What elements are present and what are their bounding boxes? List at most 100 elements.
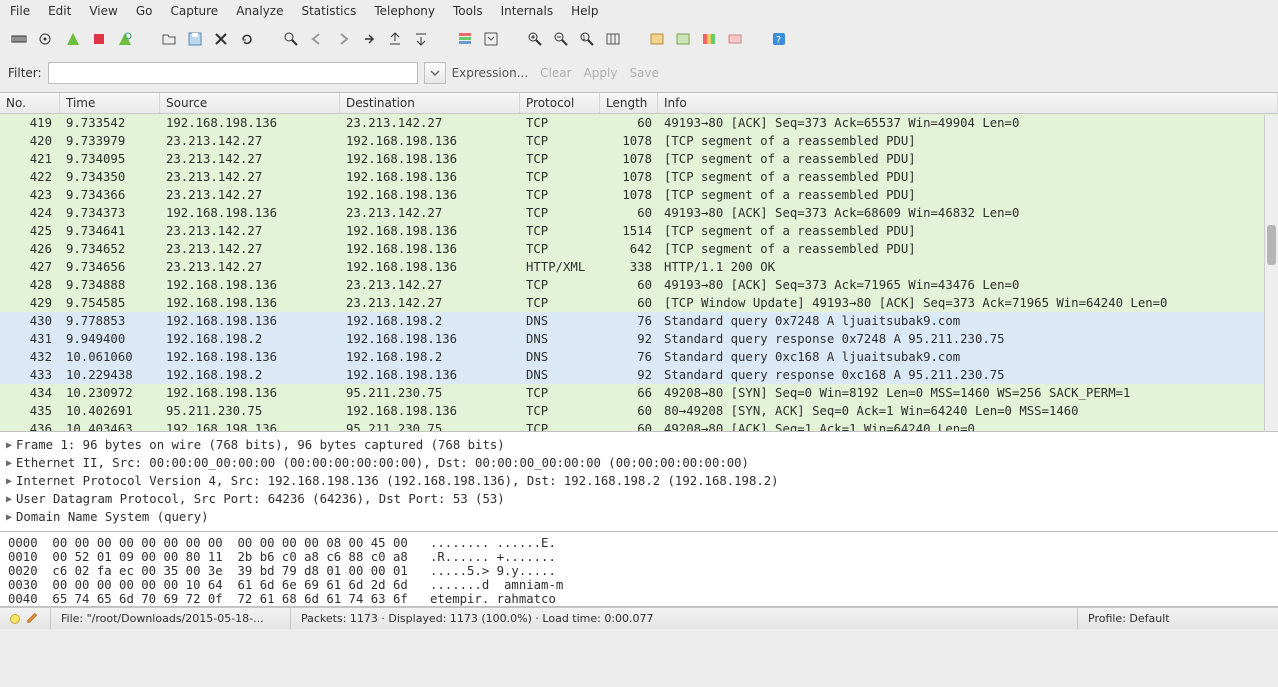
go-to-packet-icon[interactable] bbox=[358, 28, 380, 50]
menu-internals[interactable]: Internals bbox=[501, 4, 554, 18]
table-row[interactable]: 43410.230972192.168.198.13695.211.230.75… bbox=[0, 384, 1278, 402]
auto-scroll-icon[interactable] bbox=[480, 28, 502, 50]
save-icon[interactable] bbox=[184, 28, 206, 50]
filter-clear-link[interactable]: Clear bbox=[540, 66, 571, 80]
table-row[interactable]: 4209.73397923.213.142.27192.168.198.136T… bbox=[0, 132, 1278, 150]
coloring-rules-icon[interactable] bbox=[698, 28, 720, 50]
cell-destination: 192.168.198.136 bbox=[340, 260, 520, 274]
col-no[interactable]: No. bbox=[0, 93, 60, 113]
table-row[interactable]: 43510.40269195.211.230.75192.168.198.136… bbox=[0, 402, 1278, 420]
table-row[interactable]: 4259.73464123.213.142.27192.168.198.136T… bbox=[0, 222, 1278, 240]
cell-source: 192.168.198.136 bbox=[160, 278, 340, 292]
cell-length: 66 bbox=[600, 386, 658, 400]
packet-list-header[interactable]: No. Time Source Destination Protocol Len… bbox=[0, 93, 1278, 114]
cell-source: 192.168.198.136 bbox=[160, 350, 340, 364]
zoom-out-icon[interactable] bbox=[550, 28, 572, 50]
table-row[interactable]: 43210.061060192.168.198.136192.168.198.2… bbox=[0, 348, 1278, 366]
open-icon[interactable] bbox=[158, 28, 180, 50]
menu-telephony[interactable]: Telephony bbox=[374, 4, 435, 18]
preferences-icon[interactable] bbox=[724, 28, 746, 50]
detail-tree-item[interactable]: ▶User Datagram Protocol, Src Port: 64236… bbox=[6, 490, 1272, 508]
zoom-reset-icon[interactable]: 1 bbox=[576, 28, 598, 50]
cell-length: 1078 bbox=[600, 188, 658, 202]
col-destination[interactable]: Destination bbox=[340, 93, 520, 113]
packet-list-scrollbar[interactable] bbox=[1264, 115, 1278, 431]
reload-icon[interactable] bbox=[236, 28, 258, 50]
expert-info-icon[interactable] bbox=[10, 614, 20, 624]
filter-apply-link[interactable]: Apply bbox=[584, 66, 618, 80]
zoom-in-icon[interactable] bbox=[524, 28, 546, 50]
cell-no: 429 bbox=[0, 296, 60, 310]
col-time[interactable]: Time bbox=[60, 93, 160, 113]
menu-analyze[interactable]: Analyze bbox=[236, 4, 283, 18]
options-icon[interactable] bbox=[34, 28, 56, 50]
expand-triangle-icon[interactable]: ▶ bbox=[6, 476, 12, 487]
cell-info: 49193→80 [ACK] Seq=373 Ack=71965 Win=434… bbox=[658, 278, 1278, 292]
expand-triangle-icon[interactable]: ▶ bbox=[6, 494, 12, 505]
detail-text: Ethernet II, Src: 00:00:00_00:00:00 (00:… bbox=[16, 456, 749, 470]
cell-no: 425 bbox=[0, 224, 60, 238]
cell-destination: 192.168.198.2 bbox=[340, 314, 520, 328]
first-packet-icon[interactable] bbox=[384, 28, 406, 50]
col-length[interactable]: Length bbox=[600, 93, 658, 113]
menu-capture[interactable]: Capture bbox=[170, 4, 218, 18]
menu-go[interactable]: Go bbox=[136, 4, 153, 18]
menu-file[interactable]: File bbox=[10, 4, 30, 18]
restart-capture-icon[interactable] bbox=[114, 28, 136, 50]
detail-tree-item[interactable]: ▶Internet Protocol Version 4, Src: 192.1… bbox=[6, 472, 1272, 490]
capture-filters-icon[interactable] bbox=[646, 28, 668, 50]
menu-view[interactable]: View bbox=[89, 4, 117, 18]
scrollbar-thumb[interactable] bbox=[1267, 225, 1276, 265]
status-file: File: "/root/Downloads/2015-05-18-... bbox=[51, 608, 291, 629]
table-row[interactable]: 4279.73465623.213.142.27192.168.198.136H… bbox=[0, 258, 1278, 276]
resize-columns-icon[interactable] bbox=[602, 28, 624, 50]
display-filters-icon[interactable] bbox=[672, 28, 694, 50]
edit-capture-comment-icon[interactable] bbox=[26, 610, 40, 627]
find-icon[interactable] bbox=[280, 28, 302, 50]
packet-bytes-pane[interactable]: 0000 00 00 00 00 00 00 00 00 00 00 00 00… bbox=[0, 532, 1278, 607]
table-row[interactable]: 43610.403463192.168.198.13695.211.230.75… bbox=[0, 420, 1278, 432]
detail-tree-item[interactable]: ▶Frame 1: 96 bytes on wire (768 bits), 9… bbox=[6, 436, 1272, 454]
start-capture-icon[interactable] bbox=[62, 28, 84, 50]
filter-input[interactable] bbox=[48, 62, 418, 84]
cell-length: 338 bbox=[600, 260, 658, 274]
table-row[interactable]: 4289.734888192.168.198.13623.213.142.27T… bbox=[0, 276, 1278, 294]
col-protocol[interactable]: Protocol bbox=[520, 93, 600, 113]
cell-source: 23.213.142.27 bbox=[160, 170, 340, 184]
detail-tree-item[interactable]: ▶ Ethernet II, Src: 00:00:00_00:00:00 (00… bbox=[6, 454, 1272, 472]
expand-triangle-icon[interactable]: ▶ bbox=[6, 512, 12, 523]
table-row[interactable]: 4299.754585192.168.198.13623.213.142.27T… bbox=[0, 294, 1278, 312]
packet-list-pane[interactable]: No. Time Source Destination Protocol Len… bbox=[0, 92, 1278, 432]
colorize-icon[interactable] bbox=[454, 28, 476, 50]
expand-triangle-icon[interactable]: ▶ bbox=[6, 458, 12, 469]
filter-expression-link[interactable]: Expression... bbox=[452, 66, 529, 80]
filter-save-link[interactable]: Save bbox=[629, 66, 658, 80]
filter-dropdown[interactable] bbox=[424, 62, 446, 84]
menu-statistics[interactable]: Statistics bbox=[301, 4, 356, 18]
last-packet-icon[interactable] bbox=[410, 28, 432, 50]
expand-triangle-icon[interactable]: ▶ bbox=[6, 440, 12, 451]
table-row[interactable]: 43310.229438192.168.198.2192.168.198.136… bbox=[0, 366, 1278, 384]
table-row[interactable]: 4269.73465223.213.142.27192.168.198.136T… bbox=[0, 240, 1278, 258]
menu-edit[interactable]: Edit bbox=[48, 4, 71, 18]
interfaces-icon[interactable] bbox=[8, 28, 30, 50]
table-row[interactable]: 4239.73436623.213.142.27192.168.198.136T… bbox=[0, 186, 1278, 204]
table-row[interactable]: 4199.733542192.168.198.13623.213.142.27T… bbox=[0, 114, 1278, 132]
go-forward-icon[interactable] bbox=[332, 28, 354, 50]
col-source[interactable]: Source bbox=[160, 93, 340, 113]
table-row[interactable]: 4319.949400192.168.198.2192.168.198.136D… bbox=[0, 330, 1278, 348]
go-back-icon[interactable] bbox=[306, 28, 328, 50]
help-icon[interactable]: ? bbox=[768, 28, 790, 50]
menu-help[interactable]: Help bbox=[571, 4, 598, 18]
table-row[interactable]: 4219.73409523.213.142.27192.168.198.136T… bbox=[0, 150, 1278, 168]
table-row[interactable]: 4309.778853192.168.198.136192.168.198.2D… bbox=[0, 312, 1278, 330]
table-row[interactable]: 4229.73435023.213.142.27192.168.198.136T… bbox=[0, 168, 1278, 186]
col-info[interactable]: Info bbox=[658, 93, 1278, 113]
table-row[interactable]: 4249.734373192.168.198.13623.213.142.27T… bbox=[0, 204, 1278, 222]
status-profile[interactable]: Profile: Default bbox=[1078, 608, 1278, 629]
stop-capture-icon[interactable] bbox=[88, 28, 110, 50]
detail-tree-item[interactable]: ▶Domain Name System (query) bbox=[6, 508, 1272, 526]
close-icon[interactable] bbox=[210, 28, 232, 50]
menu-tools[interactable]: Tools bbox=[453, 4, 483, 18]
packet-details-pane[interactable]: ▶Frame 1: 96 bytes on wire (768 bits), 9… bbox=[0, 432, 1278, 532]
